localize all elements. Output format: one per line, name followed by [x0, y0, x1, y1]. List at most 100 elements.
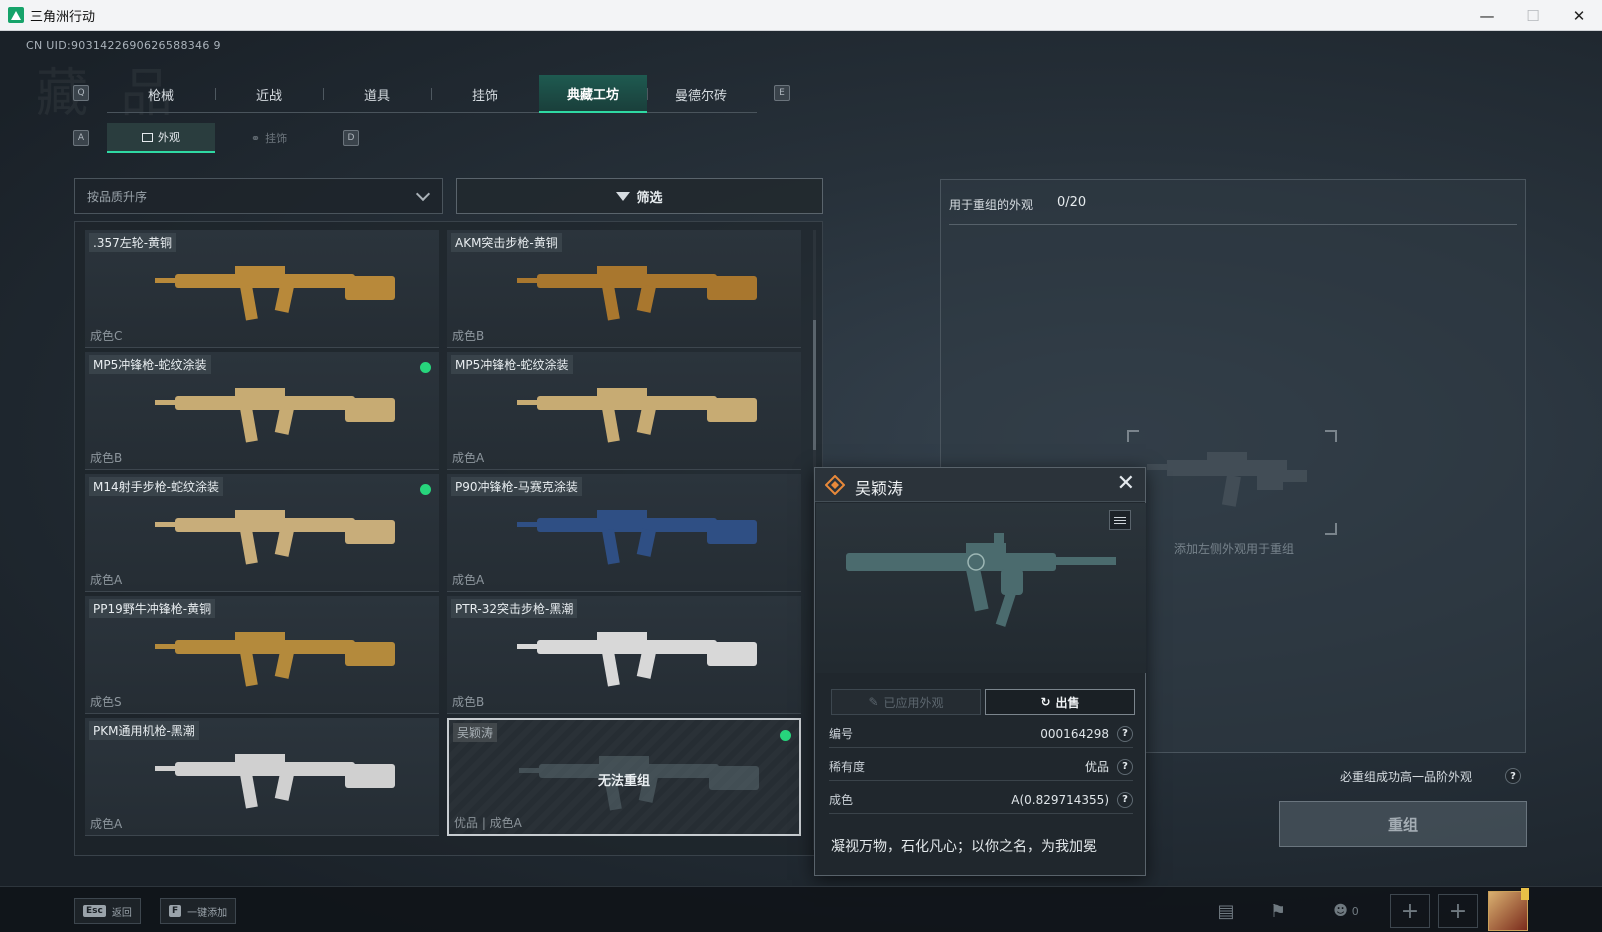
weapon-image — [517, 510, 757, 565]
grid-scrollbar-thumb[interactable] — [813, 320, 816, 450]
close-window-button[interactable]: ✕ — [1556, 0, 1602, 31]
avatar-badge — [1521, 888, 1529, 900]
back-button[interactable]: Esc 返回 — [74, 898, 141, 924]
game-window: 藏 品 CN UID:9031422690626588346 9 Q 枪械 近战… — [0, 31, 1602, 932]
weapon-image — [155, 632, 395, 687]
prev-subtab-key[interactable]: A — [73, 130, 89, 146]
next-subtab-key[interactable]: D — [343, 130, 359, 146]
skin-name: .357左轮-黄铜 — [89, 233, 177, 252]
skin-grid-panel: .357左轮-黄铜 成色C AKM突击步枪-黄铜 成色B MP5冲锋枪-蛇纹涂装 成色B M… — [74, 221, 823, 856]
subcategory-tabs: 外观 ⚭ 挂饰 — [107, 123, 323, 153]
filter-icon — [616, 191, 631, 201]
guarantee-text: 必重组成功高一品阶外观 — [1340, 770, 1473, 784]
detail-row-id: 编号 000164298 ? — [829, 720, 1133, 748]
minimize-button[interactable]: — — [1464, 0, 1510, 31]
subtab-appearance[interactable]: 外观 — [107, 123, 215, 153]
sell-icon: ↻ — [1040, 695, 1051, 709]
subtab-charm[interactable]: ⚭ 挂饰 — [215, 123, 323, 153]
category-tabs: 枪械 近战 道具 挂饰 典藏工坊 曼德尔砖 — [107, 75, 757, 113]
skin-card[interactable]: PKM通用机枪-黑潮成色A — [85, 718, 439, 836]
tab-charms[interactable]: 挂饰 — [431, 75, 539, 113]
slot-corner — [1127, 430, 1139, 442]
skin-name: PTR-32突击步枪-黑潮 — [451, 599, 578, 618]
skin-card[interactable]: MP5冲锋枪-蛇纹涂装成色B — [85, 352, 439, 470]
weapon-image — [517, 632, 757, 687]
skin-grade: 成色A — [90, 573, 123, 587]
skin-grid: .357左轮-黄铜 成色C AKM突击步枪-黄铜 成色B MP5冲锋枪-蛇纹涂装 成色B M… — [85, 230, 805, 836]
subtab-appearance-label: 外观 — [158, 131, 180, 144]
stats-icon[interactable]: ▤ — [1214, 899, 1238, 923]
list-icon[interactable] — [1109, 510, 1131, 530]
skin-card-locked[interactable]: 吴颖涛优品 | 成色A 无法重组 — [447, 718, 801, 836]
filter-button-label: 筛选 — [636, 190, 663, 206]
skin-detail-popup: 吴颖涛 ✕ ✎ 已应用外观 ↻ 出售 编号 000164298 ? 稀有度 优品… — [814, 467, 1146, 876]
slot-corner — [1325, 523, 1337, 535]
help-icon[interactable]: ? — [1117, 758, 1133, 775]
skin-card[interactable]: PTR-32突击步枪-黑潮成色B — [447, 596, 801, 714]
brush-icon: ✎ — [868, 695, 879, 709]
sort-dropdown-value: 按品质升序 — [87, 189, 148, 204]
weapon-image — [517, 266, 757, 321]
equipped-indicator-icon — [420, 362, 431, 373]
tab-melee[interactable]: 近战 — [215, 75, 323, 113]
skin-grade: 成色S — [90, 695, 122, 709]
equipped-indicator-icon — [780, 730, 791, 741]
bottom-bar: Esc 返回 F 一键添加 ▤ ⚑ ☻ 0 + + — [0, 886, 1602, 932]
skin-card[interactable]: AKM突击步枪-黄铜 成色B — [447, 230, 801, 348]
applied-appearance-button: ✎ 已应用外观 — [831, 689, 981, 715]
skin-name: PKM通用机枪-黑潮 — [89, 721, 199, 740]
sell-button-label: 出售 — [1055, 695, 1080, 710]
skin-card[interactable]: PP19野牛冲锋枪-黄铜 成色S — [85, 596, 439, 714]
skin-grade: 优品 | 成色A — [454, 816, 522, 830]
skin-grade: 成色B — [452, 695, 485, 709]
detail-row-key: 成色 — [829, 793, 854, 807]
next-tab-key[interactable]: E — [774, 85, 790, 101]
filter-button[interactable]: 筛选 — [456, 178, 823, 214]
help-icon[interactable]: ? — [1505, 768, 1521, 784]
skin-card[interactable]: P90冲锋枪-马赛克涂装 成色A — [447, 474, 801, 592]
detail-row-value: A(0.829714355) — [1011, 792, 1109, 807]
skin-grade: 成色C — [90, 329, 123, 343]
cannot-reform-label: 无法重组 — [597, 774, 650, 789]
flag-icon[interactable]: ⚑ — [1266, 899, 1290, 923]
skin-card[interactable]: .357左轮-黄铜成色C — [85, 230, 439, 348]
reform-slot[interactable] — [1127, 430, 1337, 535]
skin-grade: 成色B — [90, 451, 123, 465]
equipped-indicator-icon — [420, 484, 431, 495]
help-icon[interactable]: ? — [1117, 725, 1133, 742]
sell-button[interactable]: ↻ 出售 — [985, 689, 1135, 715]
weapon-image — [155, 510, 395, 565]
friends-button[interactable]: ☻ 0 — [1326, 899, 1366, 923]
tab-props[interactable]: 道具 — [323, 75, 431, 113]
rarity-diamond-icon — [825, 475, 845, 495]
weapon-image — [155, 266, 395, 321]
close-icon[interactable]: ✕ — [1117, 473, 1135, 495]
detail-row-wear: 成色 A(0.829714355) ? — [829, 786, 1133, 814]
help-icon[interactable]: ? — [1117, 791, 1133, 808]
smg-preview-icon — [846, 533, 1116, 627]
prev-tab-key[interactable]: Q — [73, 85, 89, 101]
maximize-button[interactable]: ☐ — [1510, 0, 1556, 31]
add-slot-button[interactable]: + — [1390, 894, 1430, 928]
skin-card[interactable]: MP5冲锋枪-蛇纹涂装 成色A — [447, 352, 801, 470]
add-slot-button[interactable]: + — [1438, 894, 1478, 928]
detail-row-key: 编号 — [829, 727, 854, 741]
skin-card[interactable]: M14射手步枪-蛇纹涂装成色A — [85, 474, 439, 592]
quick-add-button[interactable]: F 一键添加 — [160, 898, 237, 924]
skin-name: M14射手步枪-蛇纹涂装 — [89, 477, 223, 496]
tab-collection-workshop[interactable]: 典藏工坊 — [539, 75, 647, 113]
sort-dropdown[interactable]: 按品质升序 — [74, 178, 443, 214]
skin-name: MP5冲锋枪-蛇纹涂装 — [89, 355, 211, 374]
reform-button[interactable]: 重组 — [1279, 801, 1527, 847]
skin-name: 吴颖涛 — [453, 723, 498, 742]
avatar[interactable] — [1488, 888, 1529, 931]
back-button-label: 返回 — [111, 907, 132, 919]
tab-guns[interactable]: 枪械 — [107, 75, 215, 113]
tab-mandel-brick[interactable]: 曼德尔砖 — [647, 75, 755, 113]
skin-grade: 成色A — [90, 817, 123, 831]
skin-motto: 凝视万物，石化凡心；以你之名，为我加冕 — [831, 839, 1097, 855]
subtab-charm-label: 挂饰 — [265, 132, 288, 145]
skin-name: MP5冲锋枪-蛇纹涂装 — [451, 355, 573, 374]
skin-grade: 成色A — [452, 573, 485, 587]
placeholder-gun-icon — [1147, 452, 1307, 507]
